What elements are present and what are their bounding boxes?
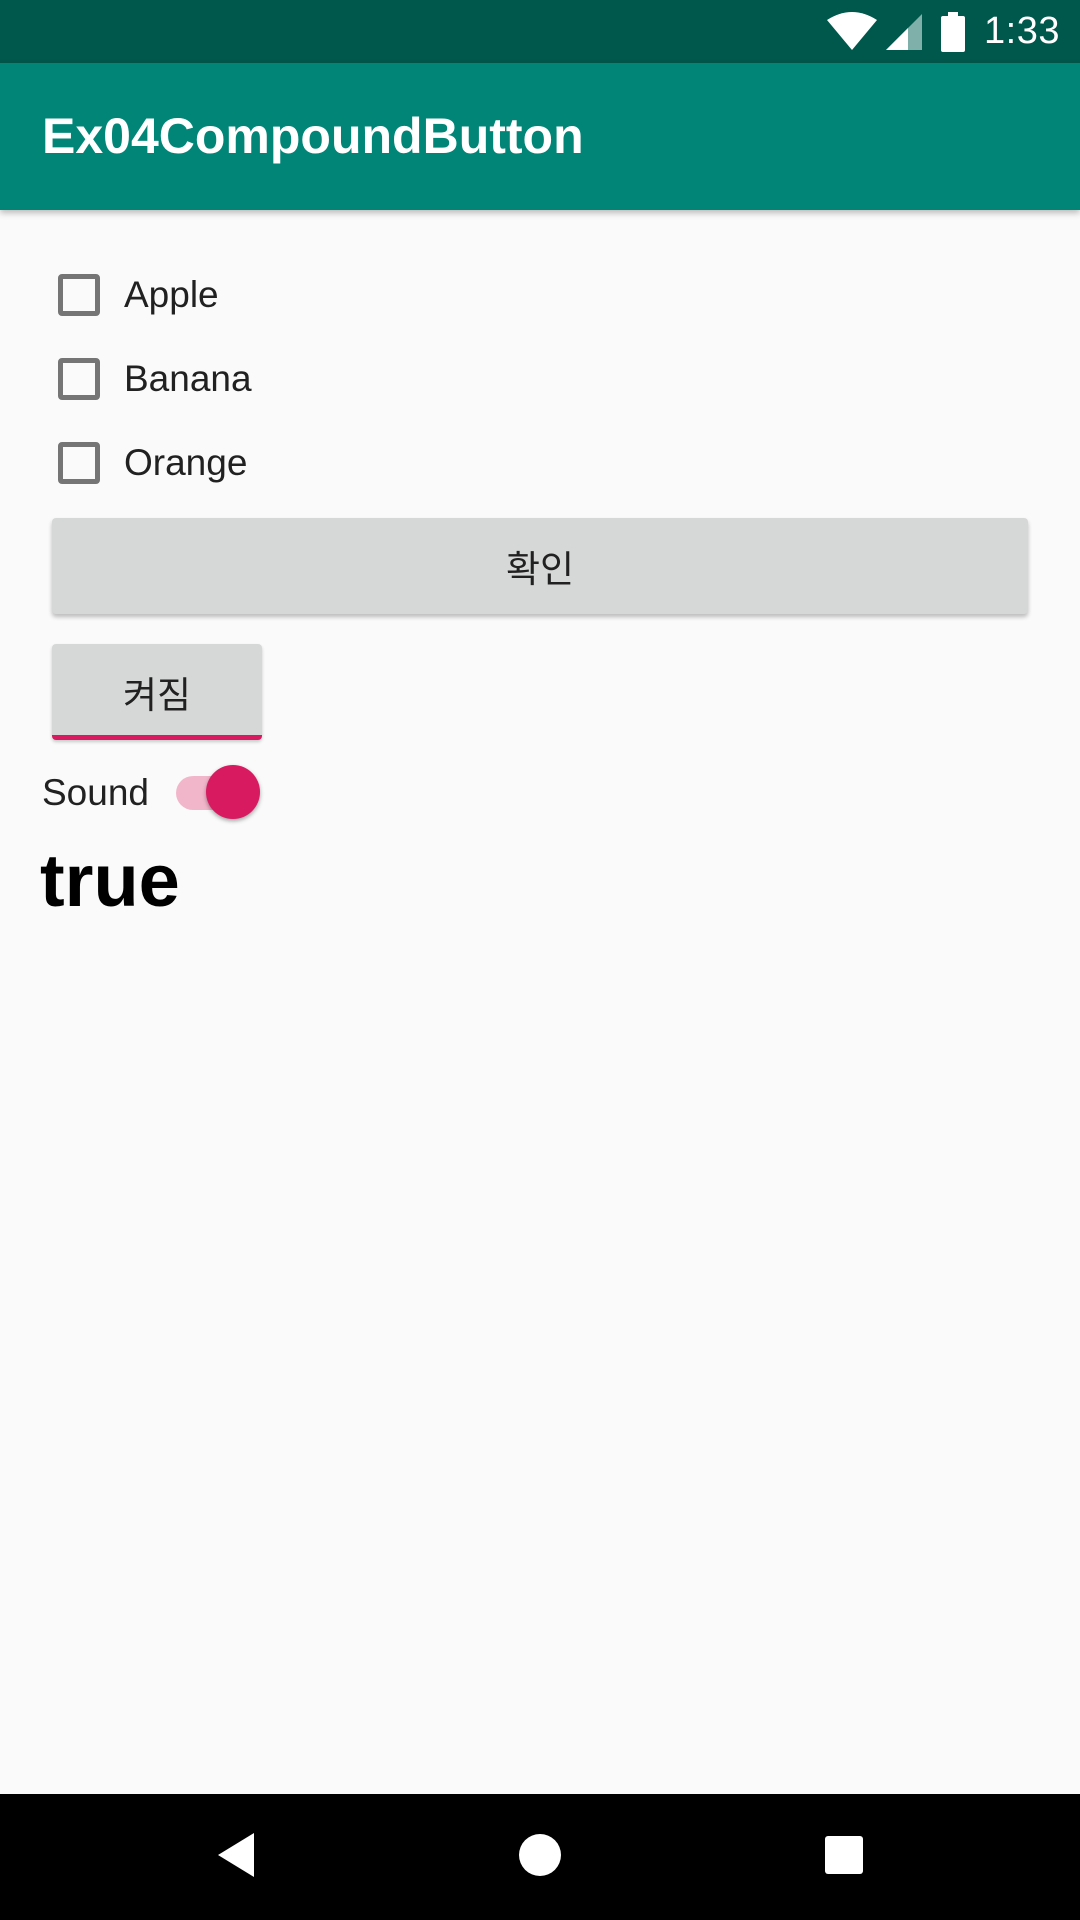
checkbox-label: Orange [124, 442, 248, 483]
checkbox-label: Banana [124, 358, 252, 399]
checkbox-box[interactable] [58, 442, 100, 484]
recents-icon [824, 1835, 864, 1880]
checkbox-apple[interactable]: Apple [58, 265, 219, 325]
checkbox-box[interactable] [58, 358, 100, 400]
app-bar: Ex04CompoundButton [0, 63, 1080, 210]
status-bar: 1:33 [0, 0, 1080, 63]
result-text: true [40, 839, 180, 922]
confirm-button[interactable]: 확인 [52, 518, 1028, 614]
signal-icon [884, 12, 924, 52]
checkbox-banana[interactable]: Banana [58, 349, 252, 409]
toggle-button[interactable]: 켜짐 [52, 644, 262, 740]
nav-bar [0, 1794, 1080, 1920]
back-button[interactable] [196, 1794, 276, 1920]
back-icon [216, 1832, 256, 1883]
toggle-button-label: 켜짐 [122, 675, 192, 716]
home-button[interactable] [500, 1794, 580, 1920]
home-icon [518, 1833, 562, 1882]
status-time: 1:33 [984, 10, 1060, 52]
sound-switch-label: Sound [42, 772, 149, 813]
checkbox-box[interactable] [58, 274, 100, 316]
switch-thumb[interactable] [206, 765, 260, 819]
recents-button[interactable] [804, 1794, 884, 1920]
app-title: Ex04CompoundButton [42, 108, 584, 164]
battery-icon [940, 11, 966, 52]
sound-switch[interactable] [176, 765, 260, 821]
status-icons: 1:33 [826, 0, 1060, 63]
wifi-icon [826, 11, 878, 52]
checkbox-label: Apple [124, 274, 219, 315]
checkbox-orange[interactable]: Orange [58, 433, 247, 493]
toggle-indicator [52, 735, 262, 740]
